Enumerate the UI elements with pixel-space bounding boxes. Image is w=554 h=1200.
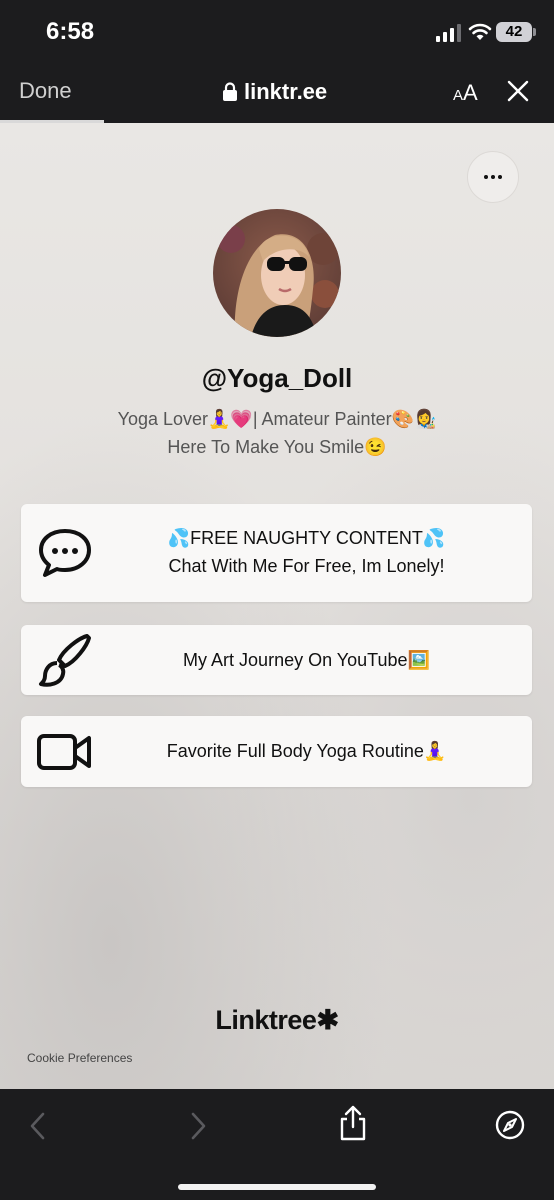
link-title: Favorite Full Body Yoga Routine🧘‍♀️: [166, 741, 447, 761]
browser-nav-bar: Done linktr.ee AA: [0, 66, 554, 122]
url-display[interactable]: linktr.ee: [222, 78, 327, 106]
battery-indicator: 42: [496, 22, 532, 42]
link-title: My Art Journey On YouTube🖼️: [183, 650, 430, 670]
linktree-wordmark: Linktree: [215, 1005, 317, 1035]
linktree-page: @Yoga_Doll Yoga Lover🧘‍♀️💗| Amateur Pain…: [0, 123, 554, 1089]
link-button-art-youtube[interactable]: My Art Journey On YouTube🖼️: [21, 625, 532, 695]
url-text: linktr.ee: [244, 79, 328, 104]
forward-icon[interactable]: [188, 1111, 208, 1141]
lock-icon: [223, 82, 237, 101]
link-subtitle: Chat With Me For Free, Im Lonely!: [168, 556, 445, 576]
wifi-icon: [468, 23, 492, 40]
profile-avatar: [213, 209, 341, 337]
linktree-asterisk-icon: ✱: [316, 1005, 339, 1035]
bio-line: Yoga Lover🧘‍♀️💗| Amateur Painter🎨👩‍🎨: [117, 409, 437, 429]
ellipsis-icon: [484, 175, 502, 179]
more-options-button[interactable]: [467, 151, 519, 203]
bio-line: Here To Make You Smile😉: [167, 437, 387, 457]
cookie-preferences-link[interactable]: Cookie Preferences: [27, 1051, 132, 1065]
battery-tip: [533, 28, 536, 36]
profile-bio: Yoga Lover🧘‍♀️💗| Amateur Painter🎨👩‍🎨 Her…: [0, 405, 554, 461]
text-size-large-a: A: [463, 80, 478, 105]
clock: 6:58: [46, 18, 95, 45]
share-icon[interactable]: [338, 1105, 368, 1141]
home-indicator: [178, 1184, 376, 1190]
safari-compass-icon[interactable]: [494, 1109, 526, 1141]
cellular-signal-icon: [436, 24, 461, 42]
close-icon[interactable]: [506, 79, 530, 103]
text-size-small-a: A: [453, 87, 464, 104]
link-label: 💦FREE NAUGHTY CONTENT💦 Chat With Me For …: [81, 524, 532, 580]
profile-username: @Yoga_Doll: [201, 363, 353, 393]
back-icon[interactable]: [28, 1111, 48, 1141]
link-title: 💦FREE NAUGHTY CONTENT💦: [167, 528, 446, 548]
link-button-yoga-routine[interactable]: Favorite Full Body Yoga Routine🧘‍♀️: [21, 716, 532, 787]
linktree-logo[interactable]: Linktree✱: [0, 1005, 554, 1036]
done-button[interactable]: Done: [19, 78, 72, 104]
link-button-free-content[interactable]: 💦FREE NAUGHTY CONTENT💦 Chat With Me For …: [21, 504, 532, 602]
status-bar: 6:58 42: [0, 0, 554, 66]
text-size-button[interactable]: AA: [453, 80, 478, 106]
